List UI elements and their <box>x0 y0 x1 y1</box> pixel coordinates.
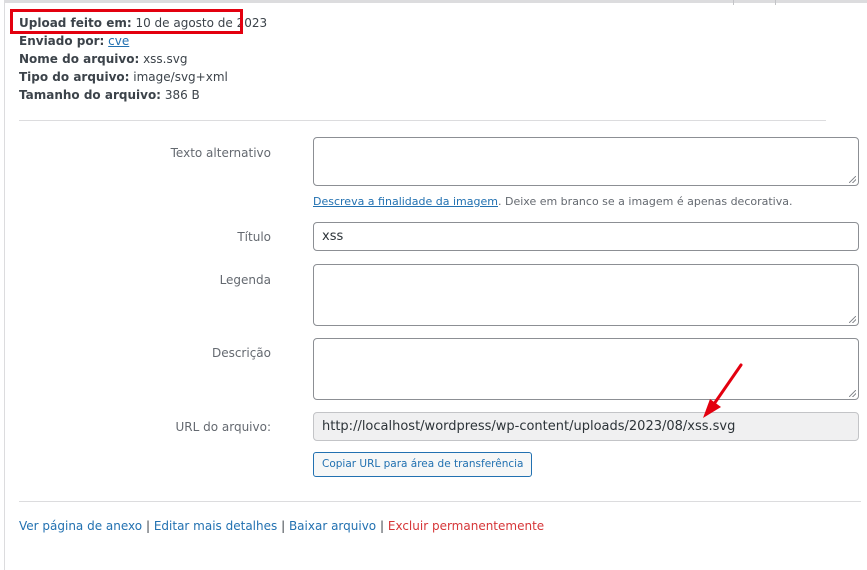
file-url-label: URL do arquivo: <box>175 420 271 434</box>
action-separator: | <box>281 519 286 533</box>
action-separator: | <box>379 519 385 533</box>
action-separator: | <box>145 519 150 533</box>
file-size-label: Tamanho do arquivo: <box>19 88 161 102</box>
title-input[interactable]: xss <box>313 222 859 251</box>
description-textarea[interactable] <box>313 338 859 400</box>
alt-text-textarea[interactable] <box>313 137 859 186</box>
nav-divider <box>775 0 776 5</box>
file-type-row: Tipo do arquivo: image/svg+xml <box>19 68 267 86</box>
section-divider <box>19 120 826 121</box>
view-attachment-link[interactable]: Ver página de anexo <box>19 519 142 533</box>
download-file-link[interactable]: Baixar arquivo <box>289 519 376 533</box>
alt-text-help-text: . Deixe em branco se a imagem é apenas d… <box>497 195 793 208</box>
alt-text-help: Descreva a finalidade da imagem. Deixe e… <box>313 195 793 208</box>
alt-text-label: Texto alternativo <box>170 146 271 160</box>
title-label: Título <box>237 230 271 244</box>
top-frame-border <box>5 0 867 3</box>
description-label: Descrição <box>211 346 271 360</box>
file-url-input[interactable]: http://localhost/wordpress/wp-content/up… <box>313 412 859 441</box>
nav-divider <box>733 0 734 5</box>
attachment-actions: Ver página de anexo | Editar mais detalh… <box>19 519 544 533</box>
annotation-arrow-icon <box>703 363 743 418</box>
file-name-value: xss.svg <box>143 52 188 66</box>
file-name-label: Nome do arquivo: <box>19 52 140 66</box>
file-size-value: 386 B <box>164 88 200 102</box>
file-type-label: Tipo do arquivo: <box>19 70 130 84</box>
annotation-highlight-box <box>10 9 243 34</box>
uploaded-by-link[interactable]: cve <box>108 34 129 48</box>
caption-label: Legenda <box>219 273 271 287</box>
section-divider <box>19 501 861 502</box>
uploaded-by-row: Enviado por: cve <box>19 32 267 50</box>
delete-permanently-link[interactable]: Excluir permanentemente <box>388 519 544 533</box>
caption-textarea[interactable] <box>313 264 859 326</box>
edit-details-link[interactable]: Editar mais detalhes <box>154 519 277 533</box>
file-size-row: Tamanho do arquivo: 386 B <box>19 86 267 104</box>
uploaded-by-label: Enviado por: <box>19 34 105 48</box>
copy-url-button[interactable]: Copiar URL para área de transferência <box>313 452 533 477</box>
alt-text-help-link[interactable]: Descreva a finalidade da imagem <box>313 195 498 208</box>
file-name-row: Nome do arquivo: xss.svg <box>19 50 267 68</box>
file-type-value: image/svg+xml <box>133 70 228 84</box>
